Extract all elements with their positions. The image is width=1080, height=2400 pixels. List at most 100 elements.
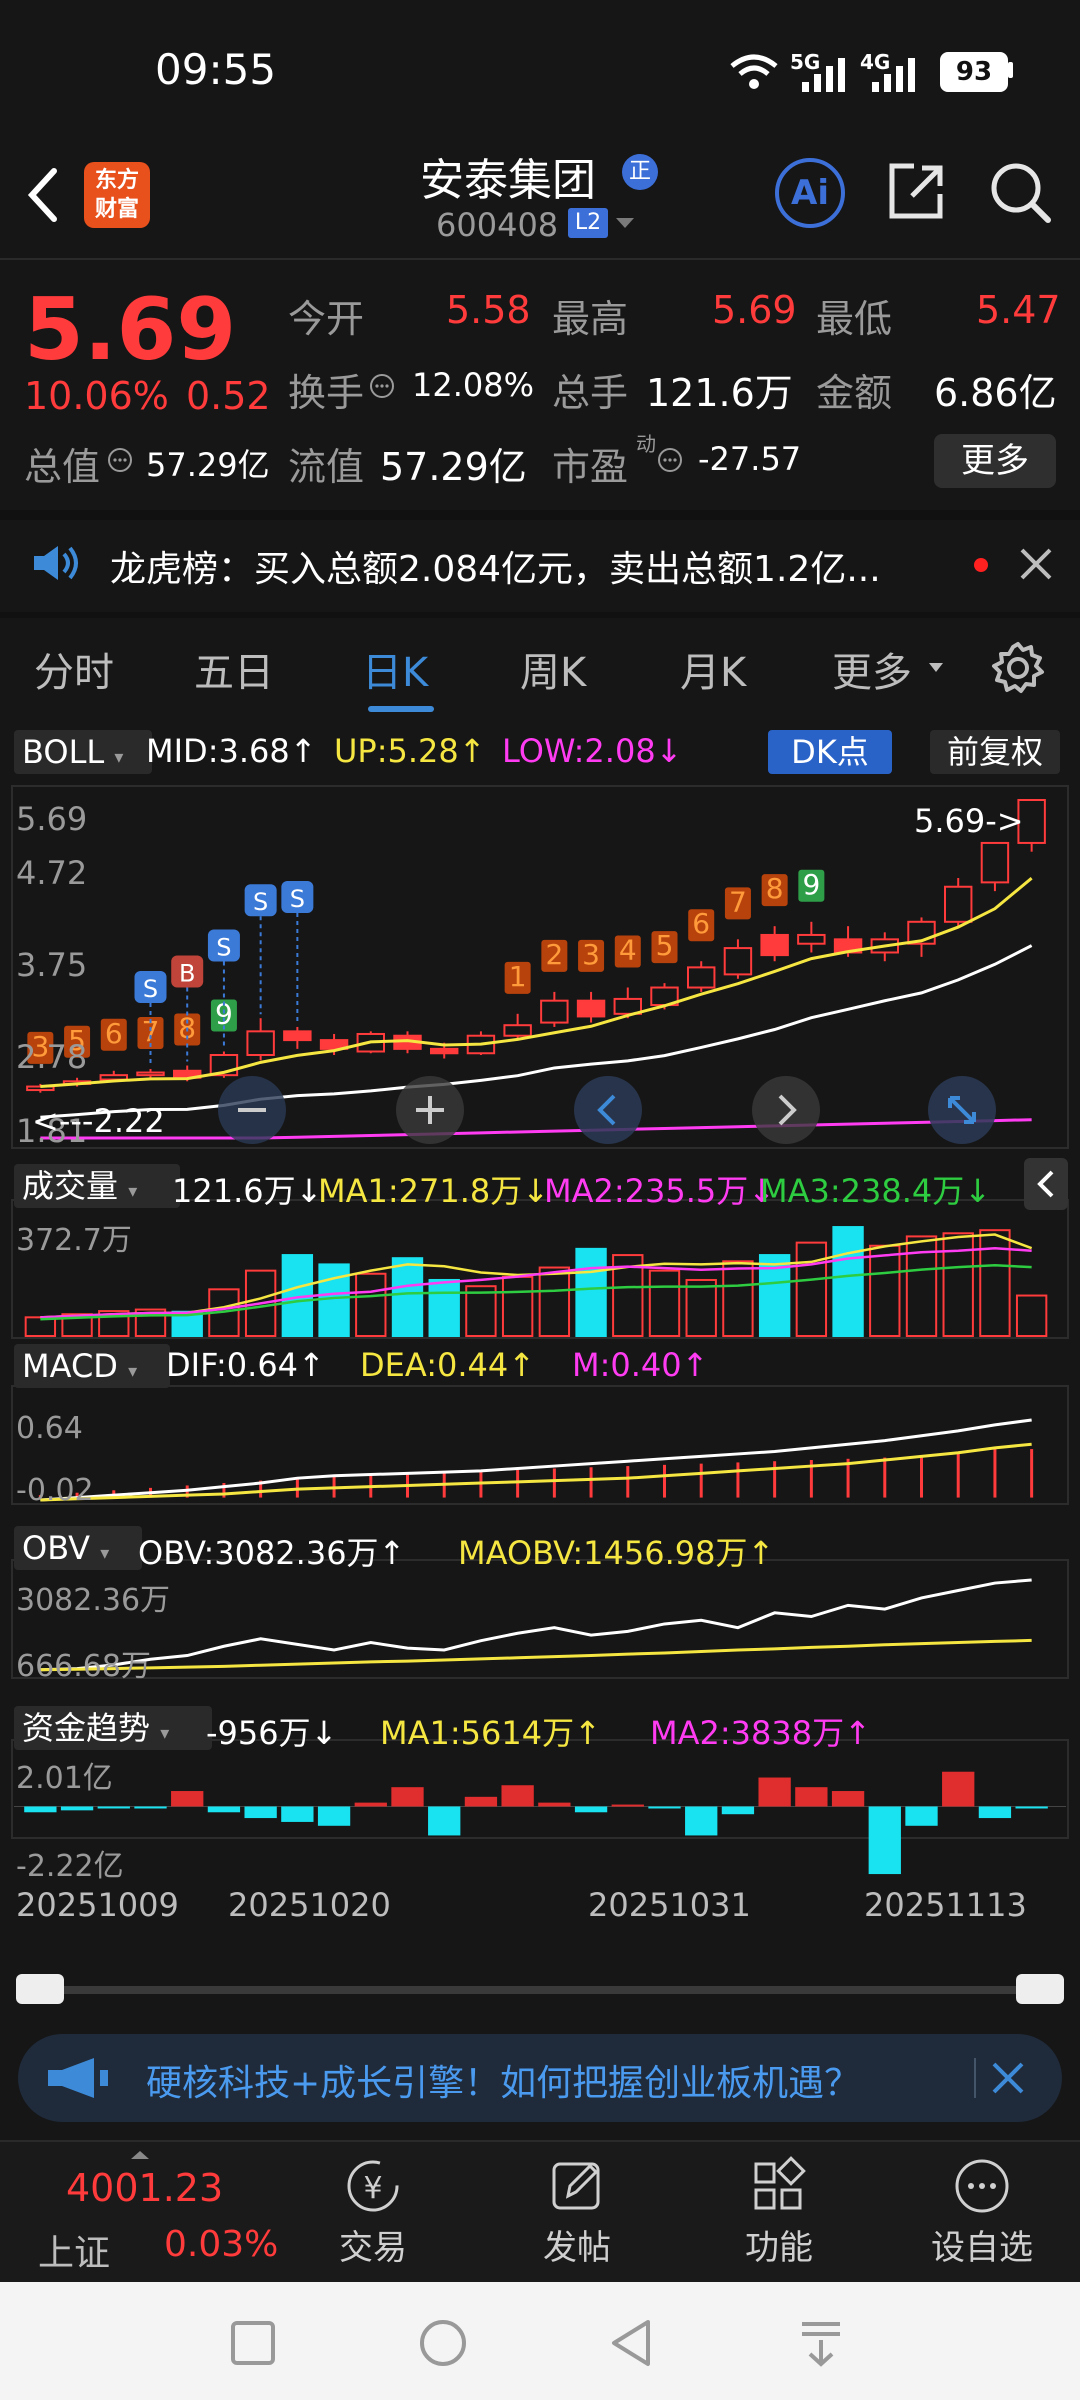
zoom-in-button[interactable] — [396, 1076, 464, 1144]
news-bar[interactable]: 龙虎榜：买入总额2.084亿元，卖出总额1.2亿... — [0, 520, 1080, 606]
sb-marker: S — [290, 885, 305, 913]
nav-post[interactable]: 发帖 — [522, 2156, 632, 2269]
close-icon[interactable] — [1018, 546, 1054, 582]
nav-function[interactable]: 功能 — [724, 2156, 834, 2269]
tab-more[interactable]: 更多 — [832, 640, 912, 698]
ai-button[interactable]: Ai — [775, 158, 845, 228]
scroll-left-button[interactable] — [574, 1076, 642, 1144]
search-icon[interactable] — [988, 160, 1054, 226]
info-circle-icon[interactable] — [656, 446, 684, 474]
tab-five-day[interactable]: 五日 — [194, 640, 274, 698]
candle-body — [503, 1024, 532, 1037]
home-icon[interactable] — [418, 2318, 468, 2368]
close-icon[interactable] — [990, 2060, 1026, 2096]
nav-post-label: 发帖 — [543, 2228, 611, 2268]
fund-bar — [24, 1806, 57, 1813]
fund-bar — [685, 1806, 718, 1836]
share-icon[interactable] — [884, 160, 948, 224]
index-name: 上证 — [38, 2233, 111, 2274]
candle-body — [576, 999, 606, 1018]
volume-label: 成交量 — [22, 1167, 119, 1205]
candle-body — [429, 1047, 459, 1055]
tab-intraday[interactable]: 分时 — [34, 640, 114, 698]
fund-bar — [758, 1777, 791, 1807]
change-percent: 10.06% — [24, 374, 169, 418]
recent-apps-icon[interactable] — [230, 2320, 276, 2366]
back-arrow-icon[interactable] — [22, 165, 62, 225]
market-cap-label: 总值 — [24, 445, 101, 489]
nav-trade[interactable]: ¥ 交易 — [318, 2156, 428, 2269]
adjust-mode-label: 前复权 — [946, 733, 1043, 771]
fund-bar — [97, 1806, 130, 1809]
low-price-pointer: <---2.22 — [32, 1102, 165, 1140]
gear-icon[interactable] — [990, 640, 1046, 696]
expand-up-icon — [131, 2151, 149, 2159]
macd-selector[interactable]: MACD ▾ — [14, 1344, 170, 1388]
volume-bar — [979, 1229, 1011, 1337]
fund-bar — [501, 1785, 534, 1807]
y-label-1: 5.69 — [16, 800, 87, 838]
open-label: 今开 — [288, 297, 365, 341]
dk-point-button[interactable]: DK点 — [768, 730, 892, 774]
tab-monthly-k[interactable]: 月K — [680, 640, 746, 698]
low-label: 最低 — [816, 297, 893, 341]
date-label-1: 20251009 — [16, 1886, 179, 1924]
status-bar: 09:55 5G 4G 93 — [0, 0, 1080, 140]
fund-trend-selector[interactable]: 资金趋势 ▾ — [14, 1706, 212, 1750]
obv-y-bottom: 666.68万 — [16, 1649, 151, 1684]
scroll-right-button[interactable] — [752, 1076, 820, 1144]
signal-digit: 8 — [766, 872, 784, 905]
candle-body — [943, 885, 973, 923]
fund-bar — [428, 1806, 461, 1836]
nav-watchlist[interactable]: 设自选 — [922, 2156, 1042, 2269]
volume-ma3: MA3:238.4万↓ — [760, 1172, 992, 1210]
adjust-mode-button[interactable]: 前复权 — [930, 730, 1060, 774]
info-circle-icon[interactable] — [368, 372, 396, 400]
volume-value: 121.6万 — [646, 371, 793, 415]
obv-value: OBV:3082.36万↑ — [138, 1534, 406, 1572]
y-label-4: 2.78 — [16, 1038, 87, 1076]
fund-bar — [611, 1804, 644, 1807]
megaphone-icon — [48, 2058, 108, 2098]
info-circle-icon[interactable] — [106, 446, 134, 474]
slider-left-handle[interactable] — [16, 1974, 64, 2004]
slider-right-handle[interactable] — [1016, 1974, 1064, 2004]
sb-marker: S — [143, 975, 158, 1003]
sb-marker: B — [179, 960, 195, 988]
fund-bar — [244, 1806, 277, 1819]
fund-bar — [538, 1802, 571, 1807]
zoom-out-button[interactable] — [218, 1076, 286, 1144]
header-bar: 东方 财富 安泰集团 正 600408 L2 Ai — [0, 140, 1080, 260]
promo-banner[interactable]: 硬核科技+成长引擎！如何把握创业板机遇？ — [18, 2034, 1062, 2122]
obv-selector[interactable]: OBV ▾ — [14, 1526, 142, 1570]
index-value[interactable]: 4001.23 — [66, 2166, 223, 2210]
fund-bar — [60, 1806, 94, 1811]
fullscreen-button[interactable] — [928, 1076, 996, 1144]
wifi-icon — [730, 54, 778, 89]
tab-weekly-k[interactable]: 周K — [520, 640, 586, 698]
more-dots-icon — [955, 2159, 1009, 2213]
more-quote-button[interactable]: 更多 — [934, 434, 1056, 488]
brand-line-2: 财富 — [94, 197, 139, 222]
svg-text:¥: ¥ — [363, 2171, 382, 2206]
ai-label: Ai — [791, 173, 829, 213]
back-icon[interactable] — [608, 2318, 654, 2368]
float-cap-value: 57.29亿 — [380, 445, 527, 489]
tab-daily-k[interactable]: 日K — [362, 640, 428, 698]
volume-label: 总手 — [552, 371, 629, 415]
change-amount: 0.52 — [186, 374, 271, 418]
fund-bar — [648, 1806, 681, 1809]
battery-level: 93 — [955, 57, 993, 87]
volume-value: 121.6万↓ — [172, 1172, 323, 1210]
fund-trend-ma1: MA1:5614万↑ — [380, 1714, 601, 1752]
fund-bar — [905, 1806, 938, 1826]
chart-range-slider[interactable] — [20, 1986, 1060, 1994]
notification-pull-icon[interactable] — [798, 2318, 844, 2368]
fund-y-top: 2.01亿 — [16, 1761, 113, 1796]
volume-ma2: MA2:235.5万↓ — [544, 1172, 776, 1210]
volume-selector[interactable]: 成交量 ▾ — [14, 1164, 180, 1208]
boll-selector[interactable]: BOLL ▾ — [14, 730, 152, 774]
signal-digit: 7 — [729, 885, 747, 918]
collapse-panel-button[interactable] — [1024, 1158, 1068, 1210]
chevron-down-icon[interactable] — [614, 216, 636, 232]
